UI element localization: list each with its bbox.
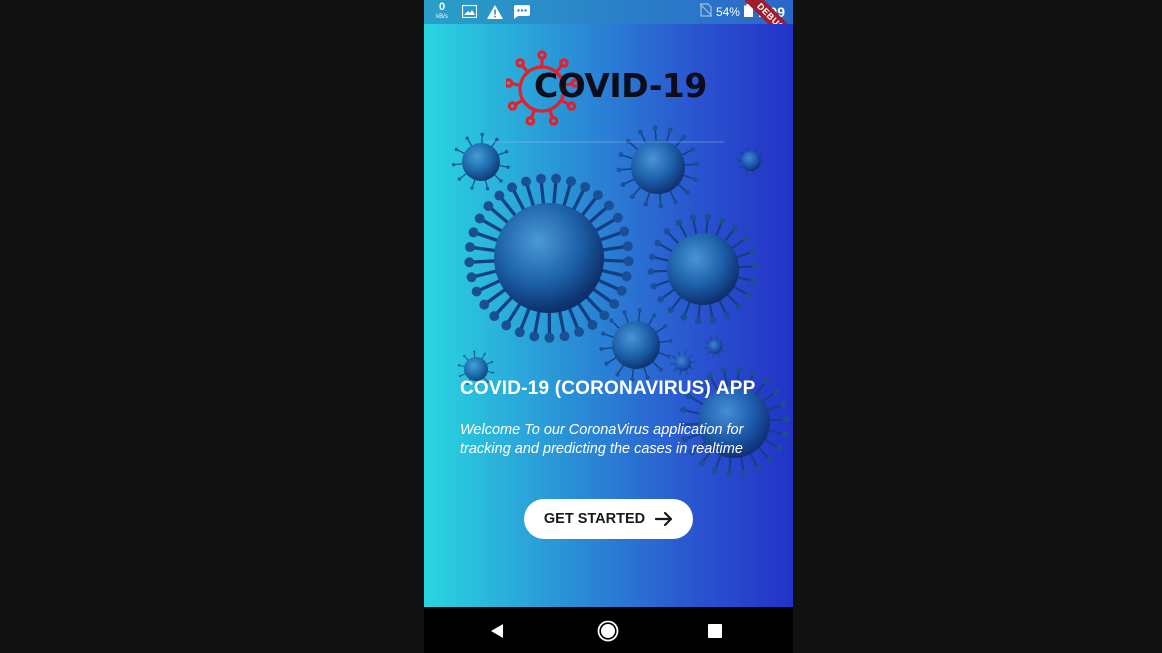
covid-logo: COVID-19: [506, 46, 716, 132]
message-icon: [512, 4, 530, 20]
image-icon: [460, 4, 478, 20]
welcome-screen: COVID-19 COVID-19 (CORONAVIRUS) APP Welc…: [424, 24, 793, 607]
recents-icon[interactable]: [704, 620, 726, 642]
get-started-button[interactable]: GET STARTED: [524, 499, 693, 539]
arrow-right-icon: [655, 511, 673, 527]
home-icon[interactable]: [597, 620, 619, 642]
warning-icon: [486, 4, 504, 20]
net-speed-value: 0: [438, 1, 446, 13]
no-sim-icon: [699, 3, 713, 20]
app-description: Welcome To our CoronaVirus application f…: [460, 422, 744, 457]
net-speed-unit: kB/s: [436, 14, 448, 20]
back-icon[interactable]: [486, 620, 508, 642]
phone-screen: 0 kB/s 54% 7:09 DEBUG: [424, 0, 793, 653]
system-nav-bar: [424, 607, 793, 653]
status-left: 0 kB/s: [432, 2, 530, 21]
get-started-label: GET STARTED: [543, 511, 646, 527]
battery-percent: 54%: [715, 4, 740, 19]
app-title: COVID-19 (CORONAVIRUS) APP: [460, 378, 756, 399]
status-bar: 0 kB/s 54% 7:09 DEBUG: [424, 0, 793, 58]
logo-text: COVID-19: [534, 66, 707, 105]
net-speed-indicator: 0 kB/s: [432, 2, 452, 21]
